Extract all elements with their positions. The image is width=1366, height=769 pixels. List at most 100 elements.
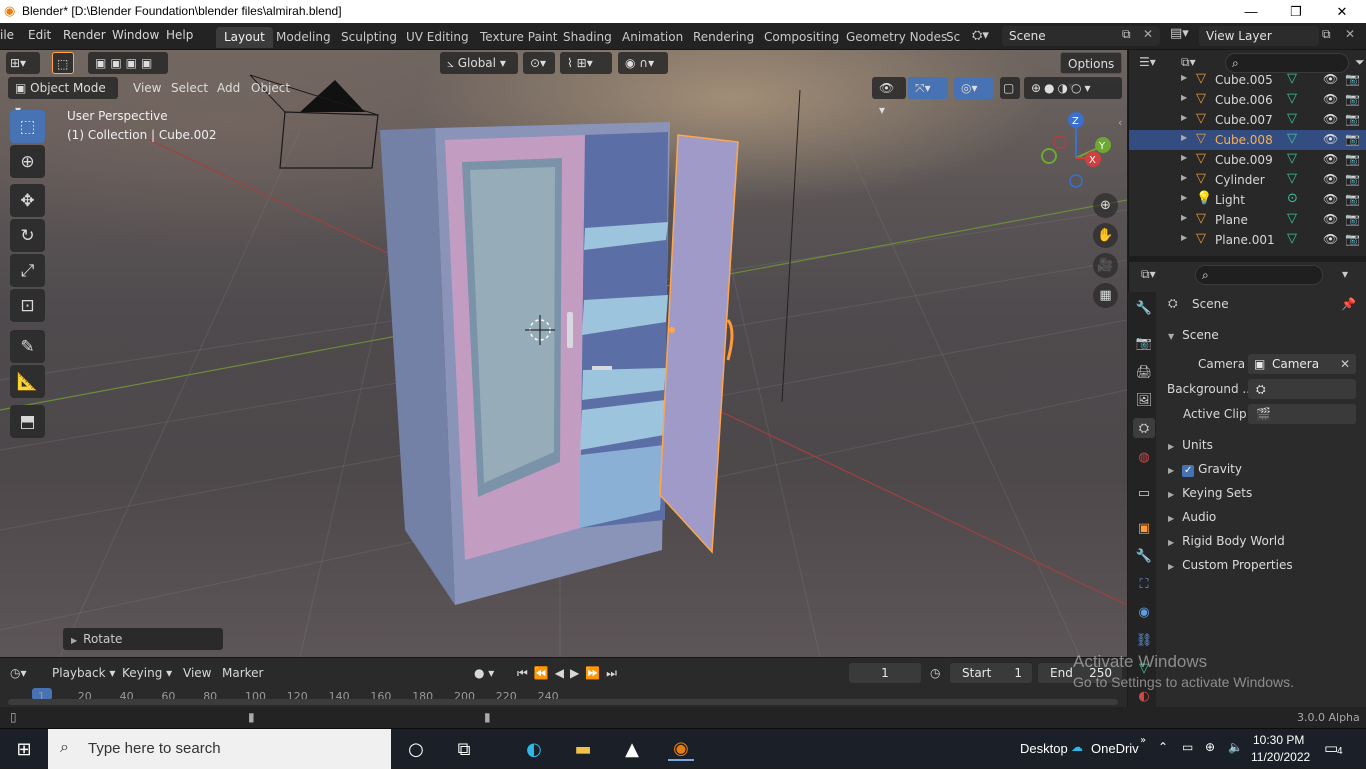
- modifier-tab-icon[interactable]: 🔧: [1133, 546, 1155, 566]
- workspace-tab[interactable]: Modeling: [268, 27, 339, 48]
- current-frame-field[interactable]: 1: [849, 663, 921, 683]
- windows-start-icon[interactable]: ⊞: [11, 737, 37, 761]
- render-camera-icon[interactable]: 📷: [1345, 112, 1360, 126]
- battery-icon[interactable]: ▭: [1182, 740, 1193, 754]
- workspace-tab[interactable]: Animation: [614, 27, 691, 48]
- menu-render[interactable]: Render: [63, 28, 106, 42]
- workspace-tab[interactable]: Sculpting: [333, 27, 405, 48]
- mesh-data-icon[interactable]: ▽: [1287, 231, 1297, 246]
- menu-edit[interactable]: Edit: [28, 28, 51, 42]
- scene-icon[interactable]: ⛭▾: [972, 26, 1000, 46]
- clear-camera-icon[interactable]: ✕: [1340, 354, 1350, 374]
- clock-time[interactable]: 10:30 PM: [1253, 733, 1304, 747]
- outliner-item[interactable]: ▶ ▽ Cube.008 ▽ 👁 📷: [1129, 130, 1366, 150]
- outliner-item[interactable]: ▶ ▽ Plane ▽ 👁 📷: [1129, 210, 1366, 230]
- outliner-item[interactable]: ▶ ▽ Cube.009 ▽ 👁 📷: [1129, 150, 1366, 170]
- workspace-tab[interactable]: Rendering: [685, 27, 762, 48]
- mode-selector[interactable]: ▣ Object Mode ▾: [8, 77, 118, 117]
- visibility-eye-icon[interactable]: 👁: [1323, 132, 1338, 146]
- expand-arrow-icon[interactable]: ▶: [1181, 133, 1187, 142]
- menu-file[interactable]: ile: [0, 28, 14, 42]
- workspace-tab[interactable]: UV Editing: [398, 27, 477, 48]
- xray-icon[interactable]: ▢: [1000, 77, 1020, 99]
- timeline-scrollbar[interactable]: [8, 699, 1118, 705]
- render-tab-icon[interactable]: 📷: [1133, 333, 1155, 353]
- select-box-tool-icon[interactable]: ⬚: [10, 110, 45, 143]
- photos-icon[interactable]: ▲: [619, 737, 645, 761]
- playback-controls[interactable]: ⏮⏪◀▶⏩⏭: [517, 663, 623, 683]
- outliner-item[interactable]: ▶ ▽ Cylinder ▽ 👁 📷: [1129, 170, 1366, 190]
- proportional-edit-icon[interactable]: ◉ ∩▾: [618, 52, 668, 74]
- expand-arrow-icon[interactable]: ▶: [1181, 93, 1187, 102]
- remove-scene-icon[interactable]: ✕: [1143, 27, 1153, 41]
- filter-icon[interactable]: ⏷: [1355, 55, 1365, 70]
- zoom-icon[interactable]: ⊕: [1093, 193, 1118, 218]
- outliner-display-icon[interactable]: ⧉▾: [1181, 55, 1196, 70]
- light-data-icon[interactable]: ⊙: [1287, 191, 1298, 206]
- menu-select[interactable]: Select: [164, 77, 215, 99]
- expand-arrow-icon[interactable]: ▶: [1181, 173, 1187, 182]
- outliner-item[interactable]: ▶ ▽ Cube.007 ▽ 👁 📷: [1129, 110, 1366, 130]
- almirah-model[interactable]: [380, 122, 739, 605]
- measure-tool-icon[interactable]: 📐: [10, 365, 45, 398]
- view-layer-icon[interactable]: ▤▾: [1170, 26, 1189, 41]
- scene-selector[interactable]: Scene: [1002, 26, 1160, 46]
- mesh-data-icon[interactable]: ▽: [1287, 91, 1297, 106]
- onedrive-label[interactable]: OneDrive: [1091, 741, 1139, 756]
- menu-object[interactable]: Object: [244, 77, 297, 99]
- record-icon[interactable]: ● ▾: [474, 663, 494, 683]
- operator-panel[interactable]: ▶ Rotate: [63, 628, 223, 650]
- move-tool-icon[interactable]: ✥: [10, 184, 45, 217]
- properties-section[interactable]: ▶ Audio: [1168, 510, 1216, 524]
- expand-arrow-icon[interactable]: ▶: [1181, 233, 1187, 242]
- camera-view-icon[interactable]: 🎥: [1093, 253, 1118, 278]
- preview-range-icon[interactable]: ◷: [930, 663, 940, 683]
- outliner-item[interactable]: ▶ ▽ Plane.001 ▽ 👁 📷: [1129, 230, 1366, 250]
- properties-section[interactable]: ▶ Units: [1168, 438, 1213, 452]
- render-camera-icon[interactable]: 📷: [1345, 192, 1360, 206]
- transform-tool-icon[interactable]: ⊡: [10, 289, 45, 322]
- shading-mode-icons[interactable]: ⊕●◑○▾: [1024, 77, 1122, 99]
- constraints-tab-icon[interactable]: ⛓: [1133, 630, 1155, 650]
- properties-search-input[interactable]: ⌕: [1195, 265, 1323, 285]
- transform-orientation[interactable]: ⦣ Global ▾: [440, 52, 518, 74]
- visibility-eye-icon[interactable]: 👁: [1323, 112, 1338, 126]
- output-tab-icon[interactable]: 🖨: [1133, 362, 1155, 382]
- pivot-icon[interactable]: ⊙▾: [523, 52, 555, 74]
- volume-icon[interactable]: 🔈: [1228, 740, 1243, 754]
- render-camera-icon[interactable]: 📷: [1345, 92, 1360, 106]
- new-scene-icon[interactable]: ⧉: [1122, 27, 1131, 42]
- overlay-toggle-icon[interactable]: ◎▾: [954, 77, 994, 99]
- mesh-data-icon[interactable]: ▽: [1287, 71, 1297, 86]
- scene-tab-icon[interactable]: ⛭: [1133, 418, 1155, 438]
- start-frame-field[interactable]: Start 1: [950, 663, 1032, 683]
- pin-icon[interactable]: 📌: [1341, 297, 1356, 311]
- view-layer-tab-icon[interactable]: 🖼: [1133, 390, 1155, 410]
- remove-view-layer-icon[interactable]: ✕: [1345, 27, 1355, 41]
- snap-icon[interactable]: ⌇ ⊞▾: [560, 52, 612, 74]
- render-camera-icon[interactable]: 📷: [1345, 132, 1360, 146]
- network-icon[interactable]: ⊕: [1205, 740, 1215, 754]
- view-layer-selector[interactable]: View Layer: [1199, 26, 1319, 46]
- render-camera-icon[interactable]: 📷: [1345, 72, 1360, 86]
- visibility-eye-icon[interactable]: 👁: [1323, 232, 1338, 246]
- properties-editor-icon[interactable]: ⧉▾: [1141, 267, 1156, 282]
- add-cube-tool-icon[interactable]: ⬒: [10, 405, 45, 438]
- clock-date[interactable]: 11/20/2022: [1251, 750, 1310, 764]
- menu-help[interactable]: Help: [166, 28, 193, 42]
- world-tab-icon[interactable]: ◍: [1133, 447, 1155, 467]
- expand-arrow-icon[interactable]: ▶: [1181, 193, 1187, 202]
- visibility-eye-icon[interactable]: 👁: [1323, 172, 1338, 186]
- background-field[interactable]: ⛭: [1248, 379, 1356, 399]
- camera-field[interactable]: Camera ▣ ✕: [1248, 354, 1356, 374]
- timeline-editor-icon[interactable]: ◷▾: [10, 663, 27, 683]
- annotate-tool-icon[interactable]: ✎: [10, 330, 45, 363]
- render-camera-icon[interactable]: 📷: [1345, 172, 1360, 186]
- marker-menu[interactable]: Marker: [222, 663, 263, 683]
- playback-menu[interactable]: Playback ▾: [52, 663, 115, 683]
- mesh-data-icon[interactable]: ▽: [1287, 151, 1297, 166]
- perspective-toggle-icon[interactable]: ▦: [1093, 283, 1118, 308]
- particles-tab-icon[interactable]: ⛶: [1133, 574, 1155, 594]
- maximize-button[interactable]: ❐: [1273, 0, 1319, 23]
- visibility-eye-icon[interactable]: 👁: [1323, 192, 1338, 206]
